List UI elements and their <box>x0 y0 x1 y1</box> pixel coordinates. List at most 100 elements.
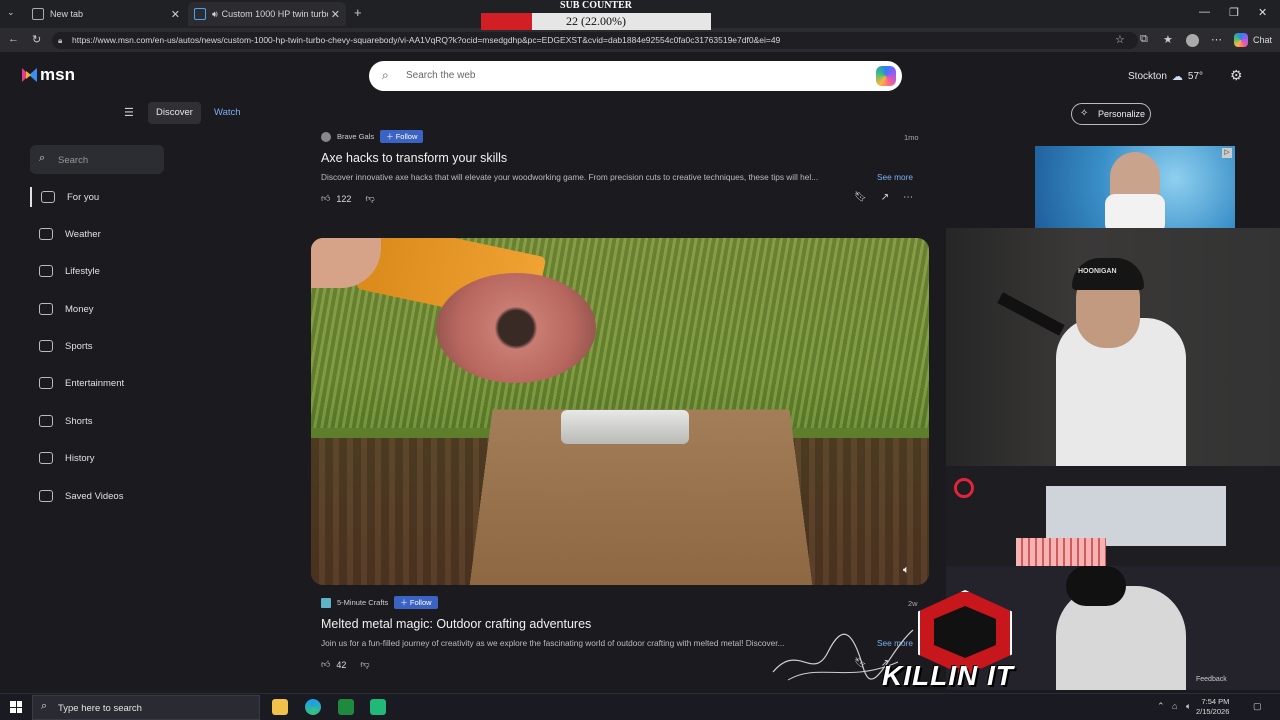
card1-source: Brave Gals ＋ Follow <box>321 130 424 143</box>
follow-button[interactable]: ＋ Follow <box>394 596 438 609</box>
tab-discover[interactable]: Discover <box>148 102 201 124</box>
source-name[interactable]: Brave Gals <box>337 132 374 141</box>
location-label: Stockton <box>1128 71 1167 82</box>
sidebar-item-sports[interactable]: Sports <box>30 336 180 356</box>
sidebar-item-history[interactable]: History <box>30 448 180 468</box>
sports-icon <box>39 340 53 352</box>
personalize-label: Personalize <box>1098 109 1146 119</box>
sidebar-item-label: Saved Videos <box>65 490 124 502</box>
card1-see-more-link[interactable]: See more <box>877 172 913 182</box>
thumbs-down-icon[interactable]: 👎︎ <box>360 659 369 670</box>
sidebar-item-label: For you <box>67 191 100 203</box>
follow-button[interactable]: ＋ Follow <box>380 130 424 143</box>
thumbs-up-icon[interactable]: 👍︎ <box>321 193 330 204</box>
ad-choices-icon[interactable]: ▷ <box>1222 148 1232 158</box>
windows-start-icon[interactable] <box>10 701 22 713</box>
sidebar-item-label: Lifestyle <box>65 265 100 277</box>
close-icon[interactable]: ✕ <box>331 8 340 21</box>
weather-widget[interactable]: Stockton ☁ 57° <box>1128 70 1203 83</box>
copilot-icon[interactable] <box>1234 33 1248 47</box>
share-icon[interactable]: ↗ <box>881 192 889 203</box>
sidebar-search-input[interactable]: ⌕ Search <box>30 145 164 174</box>
streaming-app-icon[interactable] <box>370 699 386 715</box>
sidebar-item-label: Entertainment <box>65 377 125 389</box>
source-logo-icon <box>321 131 331 142</box>
sidebar-item-weather[interactable]: Weather <box>30 224 180 244</box>
extensions-icon[interactable]: ⧉ <box>1140 33 1148 46</box>
cap-label: HOONIGAN <box>1078 268 1117 275</box>
tab-title: Custom 1000 HP twin turbo C <box>221 9 328 19</box>
msn-logo[interactable]: msn <box>20 65 75 85</box>
webcam-face: HOONIGAN <box>946 228 1280 466</box>
favorite-star-icon[interactable]: ☆ <box>1115 33 1125 46</box>
chat-label[interactable]: Chat <box>1253 35 1272 45</box>
tab-new-tab[interactable]: New tab ✕ <box>26 2 186 26</box>
new-tab-plus-icon[interactable]: + <box>354 5 362 20</box>
sidebar-item-money[interactable]: Money <box>30 299 180 319</box>
feedback-link[interactable]: Feedback <box>1196 676 1227 683</box>
sub-counter-text: 22 (22.00%) <box>566 14 626 28</box>
mute-icon[interactable]: 🔈︎ <box>903 564 910 577</box>
sidebar-item-label: Sports <box>65 340 93 352</box>
card1-headline[interactable]: Axe hacks to transform your skills <box>321 151 507 165</box>
url-text: https://www.msn.com/en-us/autos/news/cus… <box>72 35 781 45</box>
taskbar-search-input[interactable]: ⌕ Type here to search <box>32 695 260 720</box>
sidebar-item-entertainment[interactable]: Entertainment <box>30 373 180 393</box>
profile-avatar[interactable] <box>1186 34 1199 47</box>
temperature-label: 57° <box>1187 71 1204 82</box>
card1-age: 1mo <box>904 133 919 142</box>
minimize-icon[interactable]: — <box>1199 6 1210 18</box>
card2-headline[interactable]: Melted metal magic: Outdoor crafting adv… <box>321 617 591 631</box>
tab-custom-1000hp[interactable]: 🔊︎ Custom 1000 HP twin turbo C ✕ <box>188 2 346 26</box>
xbox-app-icon[interactable] <box>338 699 354 715</box>
notifications-icon[interactable]: ▢ <box>1253 701 1262 712</box>
volume-icon[interactable]: 🔈︎ <box>1186 701 1191 712</box>
shorts-icon <box>39 415 53 427</box>
copilot-search-icon[interactable] <box>876 66 896 86</box>
tab-list-chevron-icon[interactable]: ⌄ <box>7 7 15 18</box>
tray-chevron-icon[interactable]: ⌃ <box>1157 701 1165 712</box>
card1-snippet: Discover innovative axe hacks that will … <box>321 172 819 182</box>
tab-watch[interactable]: Watch <box>214 107 241 118</box>
network-icon[interactable]: ⌂ <box>1172 701 1177 711</box>
sidebar-item-for-you[interactable]: For you <box>30 187 180 207</box>
window-close-icon[interactable]: ✕ <box>1258 6 1267 19</box>
back-arrow-icon[interactable]: ← <box>8 33 19 45</box>
clock-time: 7:54 PM <box>1201 697 1230 706</box>
close-icon[interactable]: ✕ <box>171 8 180 21</box>
sub-counter-bar: 22 (22.00%) <box>481 13 711 30</box>
hamburger-menu-icon[interactable]: ☰ <box>124 106 134 119</box>
url-field[interactable]: 🔒︎ https://www.msn.com/en-us/autos/news/… <box>52 32 1138 49</box>
like-count: 122 <box>336 193 352 204</box>
file-explorer-icon[interactable] <box>272 699 288 715</box>
ad-athlete-shirt <box>1105 194 1165 228</box>
search-icon: ⌕ <box>382 68 389 82</box>
sidebar-item-lifestyle[interactable]: Lifestyle <box>30 261 180 281</box>
search-placeholder: Search the web <box>406 70 476 81</box>
tab-title: New tab <box>50 9 84 19</box>
thumbs-down-icon[interactable]: 👎︎ <box>365 193 374 204</box>
sidebar-item-shorts[interactable]: Shorts <box>30 411 180 431</box>
refresh-icon[interactable]: ↻ <box>32 33 41 46</box>
edge-browser-icon[interactable] <box>305 699 321 715</box>
bookmark-icon[interactable]: 🔖︎ <box>854 192 867 203</box>
clock-date: 2/15/2026 <box>1196 707 1230 716</box>
search-icon: ⌕ <box>41 700 48 712</box>
restore-icon[interactable]: ❐ <box>1229 6 1239 19</box>
video-player[interactable]: 🔈︎ <box>311 238 929 585</box>
source-name[interactable]: 5-Minute Crafts <box>337 598 388 607</box>
address-bar-row: ← ↻ 🔒︎ https://www.msn.com/en-us/autos/n… <box>0 28 1280 52</box>
personalize-icon: ✧ <box>1080 108 1089 119</box>
more-options-icon[interactable]: ⋯ <box>903 192 913 203</box>
favorites-bar-icon[interactable]: ★ <box>1163 33 1173 46</box>
more-menu-icon[interactable]: ⋯ <box>1211 33 1222 46</box>
sidebar-item-label: Shorts <box>65 415 93 427</box>
personalize-button[interactable]: ✧ Personalize <box>1071 103 1151 125</box>
advertisement[interactable]: ▷ <box>1035 146 1235 228</box>
taskbar-clock[interactable]: 7:54 PM 2/15/2026 <box>1196 697 1229 717</box>
web-search-input[interactable]: ⌕ Search the web <box>369 61 902 91</box>
speaker-icon[interactable]: 🔊︎ <box>212 9 218 20</box>
gear-icon[interactable]: ⚙ <box>1230 67 1243 84</box>
sidebar-item-saved-videos[interactable]: Saved Videos <box>30 486 180 506</box>
thumbs-up-icon[interactable]: 👍︎ <box>321 659 330 670</box>
